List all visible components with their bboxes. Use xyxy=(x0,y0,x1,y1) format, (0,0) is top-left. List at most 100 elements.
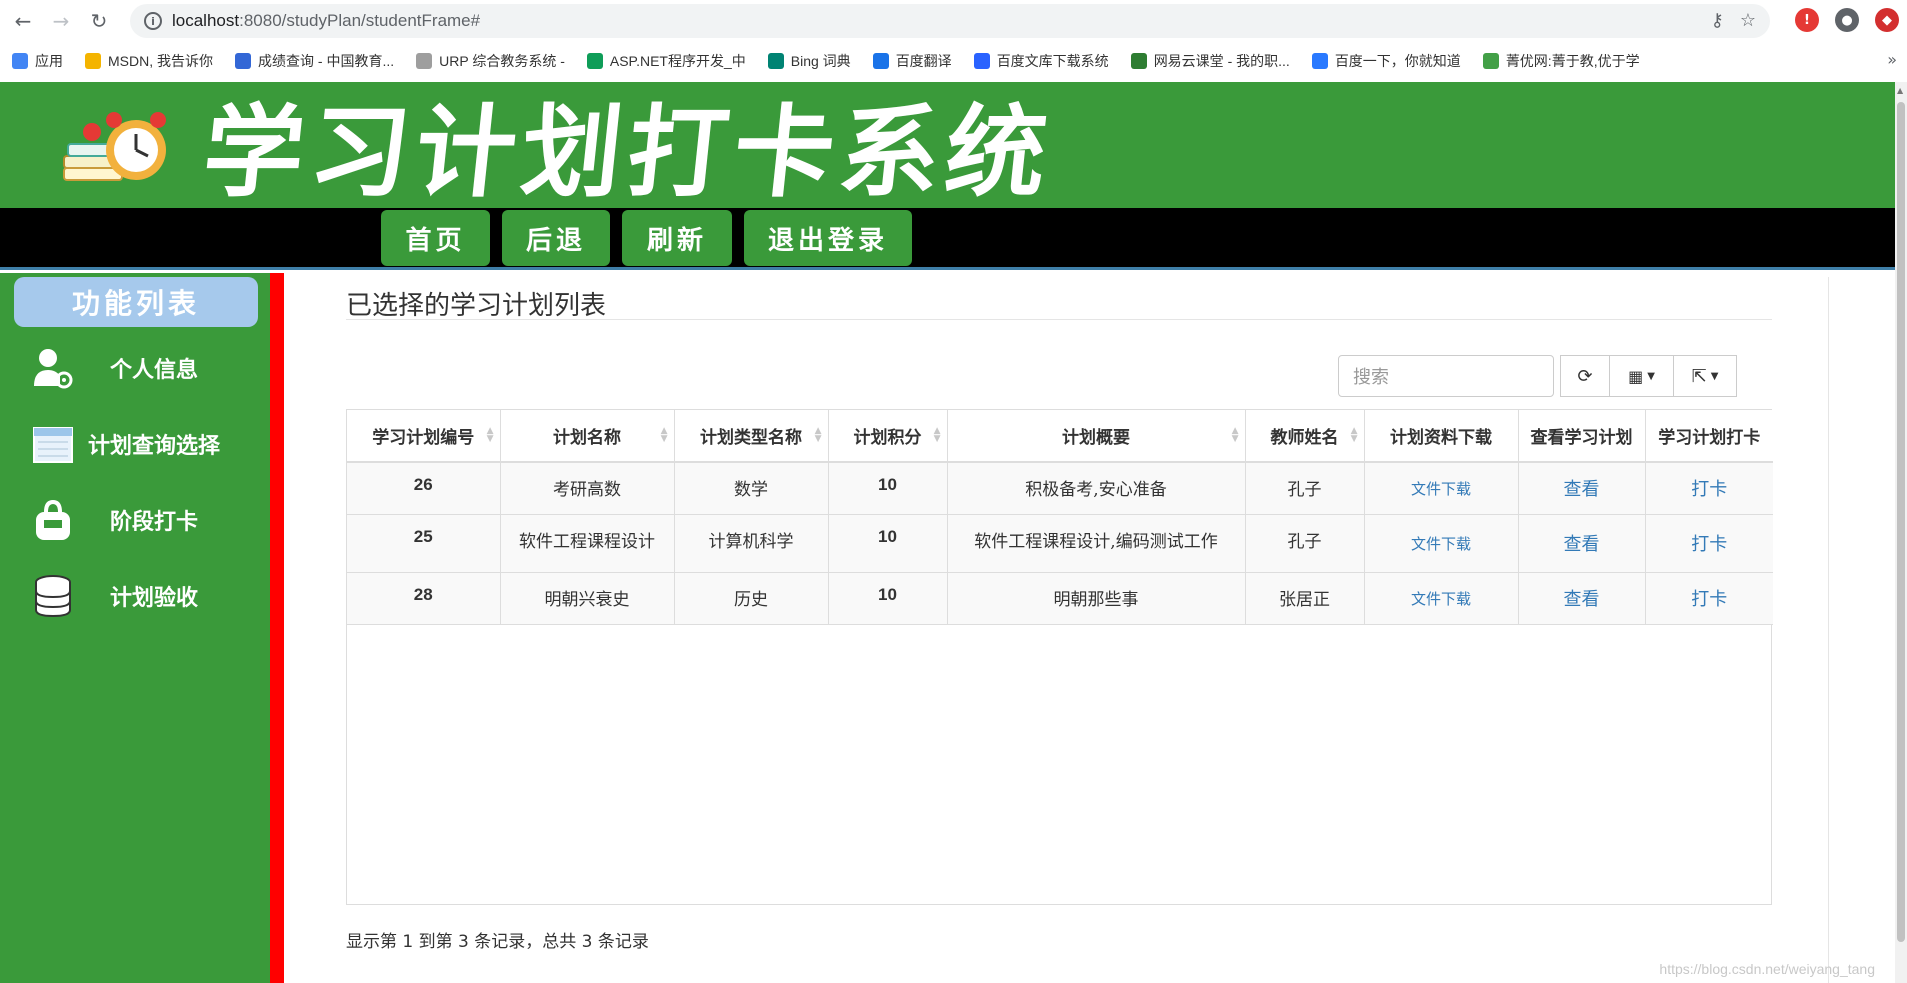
bookmark-label: URP 综合教务系统 - xyxy=(439,53,565,69)
teacher-name-cell: 张居正 xyxy=(1279,589,1330,610)
column-header-label: 计划资料下载 xyxy=(1390,428,1492,448)
heading-divider xyxy=(346,319,1772,320)
key-icon[interactable]: ⚷ xyxy=(1711,10,1724,31)
column-header[interactable]: 学习计划编号 ▲ ▼ xyxy=(347,410,501,463)
nav-logout-button[interactable]: 退出登录 xyxy=(744,210,912,266)
view-plan-link[interactable]: 查看 xyxy=(1564,479,1600,499)
url-text[interactable]: localhost:8080/studyPlan/studentFrame# xyxy=(172,11,480,31)
table-row: 28 明朝兴衰史 历史 10 明朝那些事 张居正 文件下载 查看 打卡 xyxy=(347,572,1773,625)
view-plan-cell: 查看 xyxy=(1518,572,1646,625)
column-header-label: 教师姓名 xyxy=(1270,428,1339,448)
address-bar[interactable]: i localhost:8080/studyPlan/studentFrame#… xyxy=(130,4,1770,38)
refresh-button[interactable]: ⟳ xyxy=(1560,355,1610,397)
export-button[interactable]: ⇱ ▼ xyxy=(1673,355,1737,397)
plan-type-cell: 数学 xyxy=(674,462,829,515)
bookmarks-more-icon[interactable]: » xyxy=(1887,50,1897,69)
forward-icon[interactable]: → xyxy=(46,6,76,36)
plan-id-cell: 26 xyxy=(347,462,501,515)
plan-score-cell: 10 xyxy=(878,526,897,546)
bookmark-item[interactable]: 菁优网:菁于教,优于学 xyxy=(1482,51,1640,71)
bookmark-label: 网易云课堂 - 我的职... xyxy=(1153,53,1290,69)
bookmark-item[interactable]: 百度文库下载系统 xyxy=(973,51,1109,71)
plan-type-cell: 计算机科学 xyxy=(708,531,794,552)
nav-refresh-button[interactable]: 刷新 xyxy=(622,210,732,266)
sort-icon[interactable]: ▲ ▼ xyxy=(815,427,822,444)
sidebar-item-label: 计划验收 xyxy=(110,586,199,611)
download-cell: 文件下载 xyxy=(1364,514,1519,573)
checkin-link[interactable]: 打卡 xyxy=(1691,589,1727,609)
bookmark-favicon-icon xyxy=(1130,53,1147,69)
sidebar-item-profile[interactable]: 个人信息 xyxy=(30,343,270,393)
bookmark-item[interactable]: ASP.NET程序开发_中 xyxy=(586,51,746,71)
plan-name-cell: 明朝兴衰史 xyxy=(500,572,675,625)
extension-icon[interactable]: ! xyxy=(1795,8,1819,32)
checkin-cell: 打卡 xyxy=(1645,572,1773,625)
star-icon[interactable]: ☆ xyxy=(1740,10,1756,31)
bookmark-favicon-icon xyxy=(767,53,784,69)
bookmarks-bar: 应用 MSDN, 我告诉你 成绩查询 - 中国教育... URP 综合教务系统 - AS… xyxy=(0,44,1907,78)
columns-button[interactable]: ▦ ▼ xyxy=(1609,355,1674,397)
download-link[interactable]: 文件下载 xyxy=(1411,535,1471,553)
search-input[interactable]: 搜索 xyxy=(1338,355,1554,397)
bookmark-item[interactable]: 百度一下，你就知道 xyxy=(1311,51,1461,71)
nav-back-button[interactable]: 后退 xyxy=(502,210,610,266)
plan-score-cell: 10 xyxy=(828,514,948,573)
bookmark-item[interactable]: 百度翻译 xyxy=(872,51,952,71)
checkin-link[interactable]: 打卡 xyxy=(1691,479,1727,499)
columns-grid-icon: ▦ xyxy=(1628,366,1644,386)
sidebar-item-acceptance[interactable]: 计划验收 xyxy=(30,571,270,621)
sort-icon[interactable]: ▲ ▼ xyxy=(1351,427,1358,444)
checkin-cell: 打卡 xyxy=(1645,514,1773,573)
scrollbar-thumb[interactable] xyxy=(1897,102,1905,942)
plan-id-cell: 25 xyxy=(347,514,501,573)
column-header[interactable]: 教师姓名 ▲ ▼ xyxy=(1245,410,1365,463)
bookmark-item[interactable]: Bing 词典 xyxy=(767,51,851,71)
sidebar-item-plan-search[interactable]: 计划查询选择 xyxy=(30,419,270,469)
account-icon[interactable]: ● xyxy=(1835,8,1859,32)
nav-home-button[interactable]: 首页 xyxy=(381,210,490,266)
sort-icon[interactable]: ▲ ▼ xyxy=(934,427,941,444)
sidebar-title: 功能列表 xyxy=(14,277,258,327)
bookmark-item[interactable]: URP 综合教务系统 - xyxy=(416,51,565,71)
column-header[interactable]: 计划名称 ▲ ▼ xyxy=(500,410,675,463)
sidebar-divider xyxy=(270,273,284,983)
view-plan-link[interactable]: 查看 xyxy=(1564,534,1600,554)
sort-icon[interactable]: ▲ ▼ xyxy=(661,427,668,444)
reload-icon[interactable]: ↻ xyxy=(84,6,114,36)
table-row: 26 考研高数 数学 10 积极备考,安心准备 孔子 文件下载 查看 打卡 xyxy=(347,462,1773,515)
sort-icon[interactable]: ▲ ▼ xyxy=(1232,427,1239,444)
plan-name-cell: 考研高数 xyxy=(500,462,675,515)
caret-down-icon: ▼ xyxy=(1710,370,1719,382)
plan-summary-cell: 明朝那些事 xyxy=(947,572,1246,625)
bookmark-favicon-icon xyxy=(973,53,990,69)
plan-type-cell: 历史 xyxy=(734,589,768,610)
bookmark-item[interactable]: 成绩查询 - 中国教育... xyxy=(235,51,394,71)
column-header[interactable]: 计划积分 ▲ ▼ xyxy=(828,410,948,463)
sidebar-item-checkin[interactable]: 阶段打卡 xyxy=(30,495,270,545)
download-link[interactable]: 文件下载 xyxy=(1411,590,1471,608)
bookmark-item[interactable]: MSDN, 我告诉你 xyxy=(85,51,213,71)
column-header[interactable]: 计划概要 ▲ ▼ xyxy=(947,410,1246,463)
view-plan-link[interactable]: 查看 xyxy=(1564,589,1600,609)
column-header[interactable]: 计划类型名称 ▲ ▼ xyxy=(674,410,829,463)
view-plan-cell: 查看 xyxy=(1518,514,1646,573)
browser-toolbar: ← → ↻ i localhost:8080/studyPlan/student… xyxy=(0,0,1907,42)
checkin-link[interactable]: 打卡 xyxy=(1691,534,1727,554)
back-icon[interactable]: ← xyxy=(8,6,38,36)
plan-summary-cell: 软件工程课程设计,编码测试工作 xyxy=(974,531,1218,552)
bookmark-favicon-icon xyxy=(872,53,889,69)
teacher-name-cell: 孔子 xyxy=(1245,514,1365,573)
bookmark-item[interactable]: 应用 xyxy=(12,51,63,71)
download-link[interactable]: 文件下载 xyxy=(1411,480,1471,498)
sort-icon[interactable]: ▲ ▼ xyxy=(487,427,494,444)
plan-score-cell: 10 xyxy=(878,584,897,604)
sidebar-item-label: 计划查询选择 xyxy=(88,434,221,459)
scroll-up-icon[interactable]: ▲ xyxy=(1897,86,1903,95)
user-settings-icon xyxy=(34,349,73,389)
site-title: 学习计划打卡系统 xyxy=(197,93,1059,211)
bookmark-item[interactable]: 网易云课堂 - 我的职... xyxy=(1130,51,1290,71)
page-scrollbar[interactable]: ▲ xyxy=(1895,82,1907,983)
info-icon[interactable]: i xyxy=(144,12,162,30)
teacher-name-cell: 张居正 xyxy=(1245,572,1365,625)
extension-icon[interactable]: ◆ xyxy=(1875,8,1899,32)
